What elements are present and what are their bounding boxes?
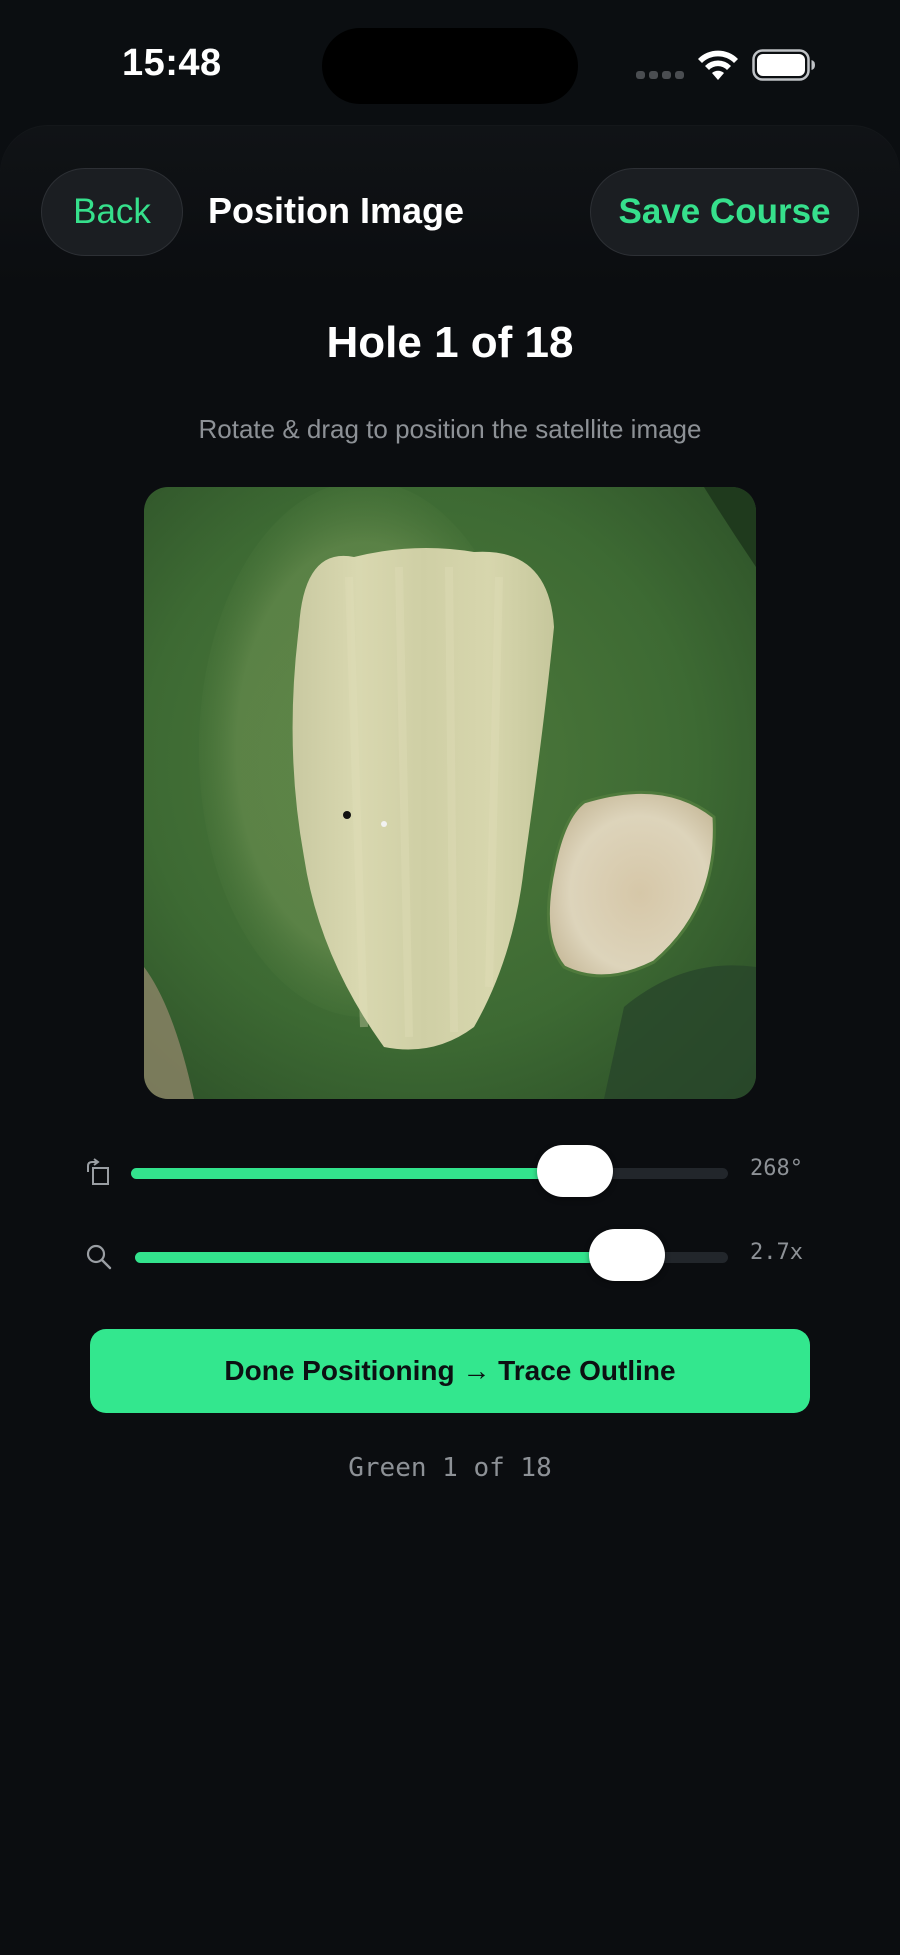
magnifier-icon <box>86 1244 112 1270</box>
rotation-value: 268° <box>750 1156 803 1181</box>
rotation-slider-fill <box>131 1168 576 1179</box>
done-positioning-button[interactable]: Done Positioning → Trace Outline <box>90 1329 810 1413</box>
satellite-image[interactable] <box>144 487 756 1099</box>
rotation-slider-thumb[interactable] <box>537 1145 614 1197</box>
battery-icon <box>752 49 815 81</box>
status-bar: 15:48 <box>0 0 900 130</box>
rotation-slider-row: 268° <box>84 1142 814 1202</box>
green-counter: Green 1 of 18 <box>348 1453 552 1483</box>
cellular-signal-icon <box>636 71 684 81</box>
rotate-icon <box>87 1158 109 1185</box>
save-course-button[interactable]: Save Course <box>590 168 859 256</box>
zoom-slider[interactable] <box>135 1229 728 1281</box>
wifi-icon <box>698 50 738 80</box>
zoom-value: 2.7x <box>750 1240 803 1265</box>
satellite-image-render <box>144 487 756 1099</box>
rotation-slider[interactable] <box>131 1145 728 1197</box>
zoom-slider-row: 2.7x <box>84 1226 814 1286</box>
status-time: 15:48 <box>122 42 222 84</box>
dynamic-island <box>322 28 578 104</box>
zoom-slider-thumb[interactable] <box>589 1229 666 1281</box>
hole-title: Hole 1 of 18 <box>326 318 574 367</box>
back-button[interactable]: Back <box>41 168 183 256</box>
zoom-slider-fill <box>135 1252 628 1263</box>
page-title: Position Image <box>208 190 465 231</box>
instruction-text: Rotate & drag to position the satellite … <box>198 414 702 444</box>
